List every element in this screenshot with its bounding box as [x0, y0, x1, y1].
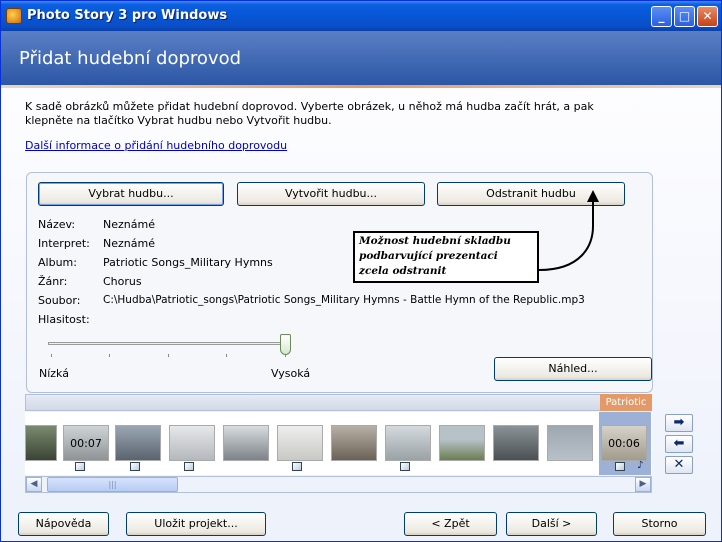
volume-low-label: Nízká: [39, 367, 69, 380]
scroll-thumb[interactable]: |||: [47, 477, 178, 492]
app-icon: [6, 8, 22, 24]
close-button[interactable]: ✕: [697, 6, 718, 27]
meta-label-album: Album:: [38, 256, 77, 269]
photo-thumbnail[interactable]: [169, 425, 215, 461]
photo-thumbnail[interactable]: [223, 425, 269, 461]
volume-slider-track[interactable]: [48, 342, 288, 345]
music-timeline-strip: [25, 394, 652, 411]
help-button[interactable]: Nápověda: [18, 512, 109, 536]
scroll-left-arrow[interactable]: ◀: [26, 477, 42, 492]
meta-value-title: Neznámé: [103, 218, 155, 231]
edit-icon[interactable]: [400, 462, 410, 471]
edit-icon[interactable]: [615, 462, 625, 471]
wizard-header: Přidat hudební doprovod: [1, 31, 721, 85]
preview-button[interactable]: Náhled...: [494, 357, 652, 381]
volume-label: Hlasitost:: [38, 313, 90, 326]
window-title: Photo Story 3 pro Windows: [27, 8, 228, 23]
meta-value-genre: Chorus: [103, 275, 142, 288]
edit-icon[interactable]: [292, 462, 302, 471]
annotation-callout: Možnost hudební skladbu podbarvující pre…: [353, 231, 539, 283]
meta-value-artist: Neznámé: [103, 237, 155, 250]
meta-label-file: Soubor:: [38, 294, 81, 307]
meta-label-genre: Žánr:: [38, 275, 68, 288]
save-project-button[interactable]: Uložit projekt...: [126, 512, 266, 536]
callout-line-3: zcela odstranit: [359, 265, 447, 277]
create-music-button[interactable]: Vytvořit hudbu...: [237, 182, 425, 206]
back-button[interactable]: < Zpět: [404, 512, 497, 536]
photo-thumbnail[interactable]: [115, 425, 161, 461]
filmstrip-scrollbar[interactable]: ◀ ||| ▶: [25, 476, 652, 493]
minimize-button[interactable]: _: [651, 6, 672, 27]
edit-icon[interactable]: [130, 462, 140, 471]
maximize-button[interactable]: □: [674, 6, 695, 27]
page-title: Přidat hudební doprovod: [19, 48, 242, 69]
callout-arrow: [538, 190, 599, 271]
volume-high-label: Vysoká: [271, 367, 311, 380]
photo-thumbnail[interactable]: [277, 425, 323, 461]
slider-tick: [109, 354, 110, 357]
photo-duration: 00:06: [608, 437, 640, 450]
delete-photo-button[interactable]: ✕: [665, 456, 693, 474]
meta-value-file: C:\Hudba\Patriotic_songs\Patriotic Songs…: [103, 294, 585, 306]
move-right-button[interactable]: ➡: [665, 414, 693, 432]
app-window: Photo Story 3 pro Windows _ □ ✕ Přidat h…: [0, 0, 722, 542]
photo-thumbnail[interactable]: [385, 425, 431, 461]
select-music-button[interactable]: Vybrat hudbu...: [38, 182, 224, 206]
photo-duration: 00:07: [70, 437, 102, 450]
callout-line-2: podbarvující prezentaci: [359, 250, 498, 262]
edit-icon[interactable]: [75, 462, 85, 471]
cancel-button[interactable]: Storno: [613, 512, 706, 536]
scroll-right-arrow[interactable]: ▶: [635, 477, 651, 492]
move-left-button[interactable]: ⬅: [665, 435, 693, 453]
music-note-icon: ♪: [637, 460, 644, 471]
info-link[interactable]: Další informace o přidání hudebního dopr…: [25, 139, 287, 152]
title-bar: Photo Story 3 pro Windows _ □ ✕: [1, 1, 721, 31]
meta-value-album: Patriotic Songs_Military Hymns: [103, 256, 273, 269]
photo-thumbnail[interactable]: [493, 425, 539, 461]
photo-thumbnail[interactable]: [439, 425, 485, 461]
volume-slider-thumb[interactable]: [280, 334, 291, 355]
slider-tick: [168, 354, 169, 357]
slider-tick: [51, 354, 52, 357]
description-text: K sadě obrázků můžete přidat hudební dop…: [25, 100, 594, 127]
callout-line-1: Možnost hudební skladbu: [359, 235, 511, 247]
edit-icon[interactable]: [184, 462, 194, 471]
meta-label-artist: Interpret:: [38, 237, 90, 250]
photo-thumbnail[interactable]: [547, 425, 593, 461]
next-button[interactable]: Další >: [506, 512, 597, 536]
meta-label-title: Název:: [38, 218, 76, 231]
photo-thumbnail[interactable]: [25, 425, 57, 461]
music-clip-label[interactable]: Patriotic: [600, 394, 652, 411]
slider-tick: [226, 354, 227, 357]
photo-thumbnail[interactable]: [331, 425, 377, 461]
